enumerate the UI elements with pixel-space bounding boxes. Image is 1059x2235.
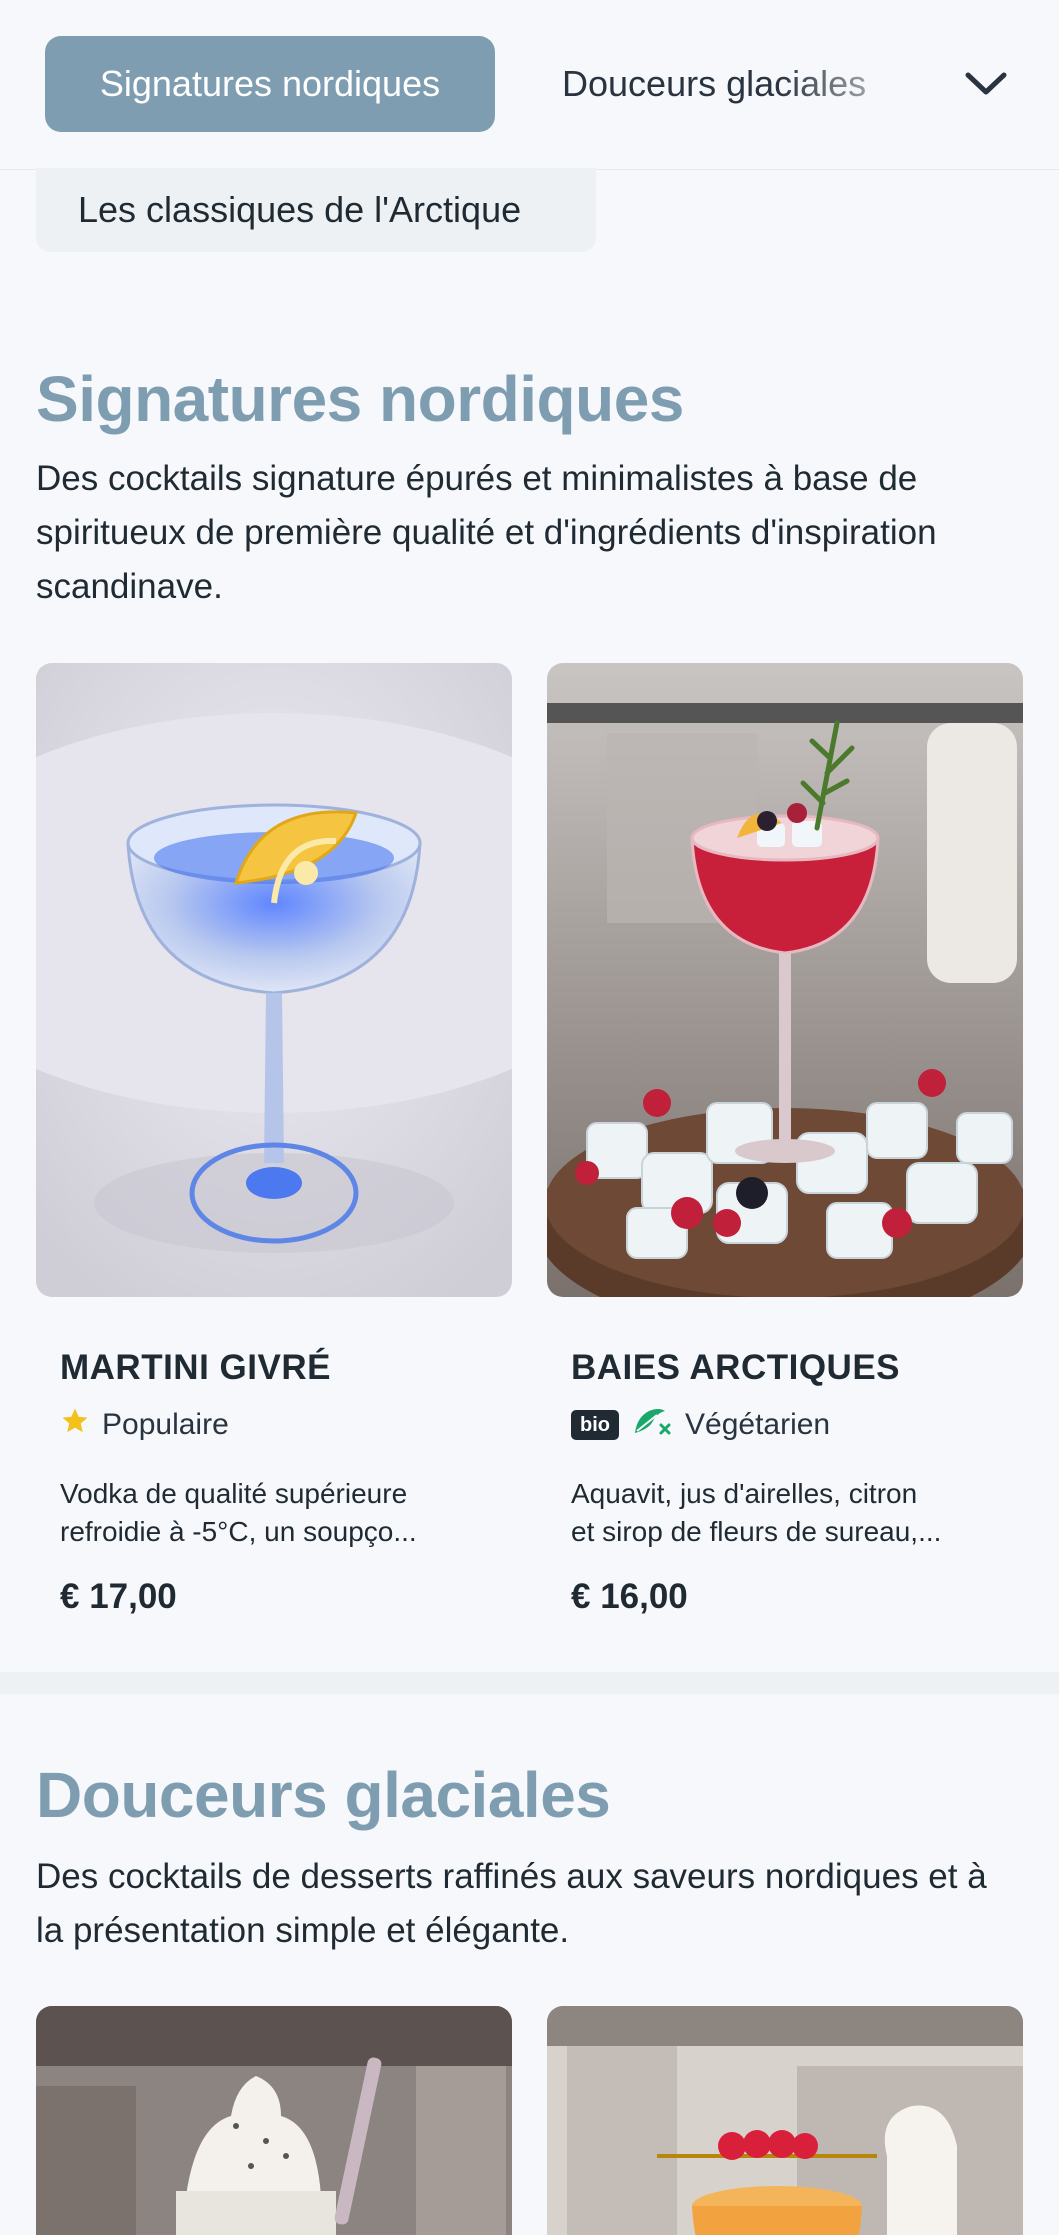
menu-item-card[interactable] [36,2006,512,2235]
item-description: Aquavit, jus d'airelles, citron et sirop… [571,1475,1011,1551]
category-tab-label: Les classiques de l'Arctique [78,189,522,230]
section-description: Des cocktails signature épurés et minima… [36,459,937,606]
section-title: Signatures nordiques [36,363,684,435]
item-description-line: refroidie à -5°C, un soupço... [60,1516,417,1547]
item-description-line: et sirop de fleurs de sureau,... [571,1516,942,1547]
category-nav: Signatures nordiques Douceurs glaciales [0,0,1059,170]
scroll-fade [779,0,939,168]
section-description: Des cocktails de desserts raffinés aux s… [36,1857,987,1950]
section-divider [0,1672,1059,1694]
category-tab-classiques-arctique[interactable]: Les classiques de l'Arctique [36,168,596,252]
item-name: BAIES ARCTIQUES [571,1348,901,1387]
section-title: Douceurs glaciales [36,1759,611,1831]
item-price: € 16,00 [571,1577,688,1616]
item-description-line: Aquavit, jus d'airelles, citron [571,1478,918,1509]
chevron-down-icon[interactable] [960,58,1012,110]
item-price: € 17,00 [60,1577,177,1616]
cocktail-image-dessert-2 [547,2006,1023,2235]
item-description: Vodka de qualité supérieure refroidie à … [60,1475,500,1551]
cocktail-image-baies-arctiques [547,663,1023,1297]
category-tab-signatures-nordiques[interactable]: Signatures nordiques [45,36,495,132]
menu-item-card[interactable]: MARTINI GIVRÉ Populaire Vodka de qualité… [36,663,512,1643]
star-icon [60,1406,90,1444]
cocktail-image-martini [36,663,512,1297]
item-tags: Populaire [60,1405,229,1445]
vegetarian-icon [631,1403,673,1447]
menu-item-card[interactable] [547,2006,1023,2235]
category-tab-label: Signatures nordiques [99,63,441,104]
item-tags: bio Végétarien [571,1405,830,1445]
item-description-line: Vodka de qualité supérieure [60,1478,408,1509]
bio-badge: bio [571,1410,619,1440]
item-name: MARTINI GIVRÉ [60,1348,331,1387]
menu-item-card[interactable]: BAIES ARCTIQUES bio Végétarien Aquavit, … [547,663,1023,1643]
tag-label: Végétarien [685,1408,831,1441]
cocktail-image-dessert [36,2006,512,2235]
tag-label: Populaire [102,1408,229,1441]
